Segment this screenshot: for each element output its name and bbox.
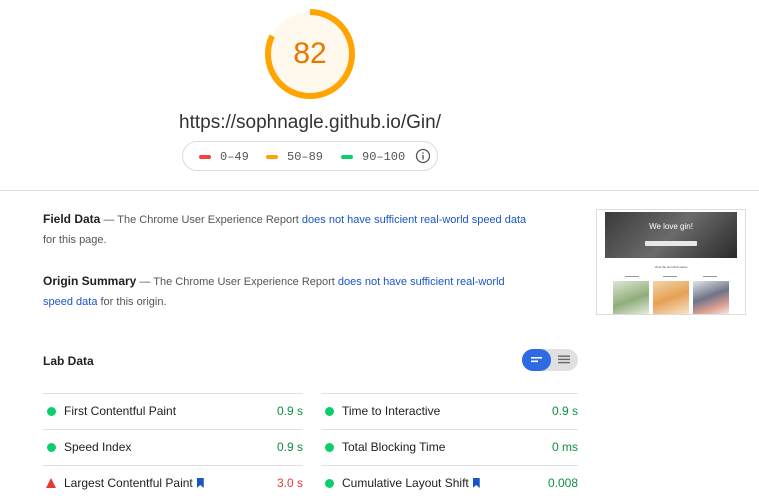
compact-view-button[interactable] [522,349,551,371]
pass-indicator [325,443,334,452]
legend-range-pass: 90–100 [362,150,406,164]
metric-speed-index: Speed Index 0.9 s [43,429,303,466]
metric-label: Cumulative Layout Shift [342,476,480,490]
metric-time-to-interactive: Time to Interactive 0.9 s [321,393,578,430]
metric-value: 3.0 s [276,476,303,490]
thumbnail-hero: We love gin! [605,212,737,258]
legend-range-fail: 0–49 [220,150,249,164]
metric-value: 0.9 s [276,440,303,454]
field-data-link[interactable]: does not have sufficient real-world spee… [302,214,526,226]
expanded-view-icon[interactable] [551,349,578,371]
metric-value: 0.9 s [276,404,303,418]
field-data-title: Field Data [43,212,101,226]
metric-cumulative-layout-shift: Cumulative Layout Shift 0.008 [321,465,578,502]
pass-indicator [341,154,353,159]
compact-view-icon [531,357,542,363]
score-header: 82 https://sophnagle.github.io/Gin/ 0–49… [0,0,759,190]
average-indicator [266,154,278,159]
origin-summary-suffix: for this origin. [100,296,167,308]
thumbnail-caption-3 [703,276,717,277]
metric-label: Largest Contentful Paint [64,476,204,490]
metric-total-blocking-time: Total Blocking Time 0 ms [321,429,578,466]
metric-value: 0.9 s [551,404,578,418]
fail-indicator [199,154,211,159]
pass-indicator [325,479,334,488]
origin-summary-section: Origin Summary — The Chrome User Experie… [43,271,533,312]
thumbnail-caption-1 [625,276,639,277]
metric-label: First Contentful Paint [64,404,177,418]
field-data-prefix: — The Chrome User Experience Report [103,214,299,226]
legend-item-fail: 0–49 [199,150,249,164]
thumbnail-caption-2 [663,276,677,277]
thumbnail-photo-2 [653,281,689,314]
section-divider [0,190,759,191]
origin-summary-title: Origin Summary [43,274,137,288]
pass-indicator [47,443,56,452]
metric-largest-contentful-paint: Largest Contentful Paint 3.0 s [43,465,303,502]
pass-indicator [47,407,56,416]
metric-label: Total Blocking Time [342,440,446,454]
bookmark-icon[interactable] [472,478,480,488]
lab-data-title: Lab Data [43,354,94,368]
legend-item-average: 50–89 [266,150,323,164]
pass-indicator [325,407,334,416]
metric-value: 0.008 [547,476,578,490]
thumbnail-photo-1 [613,281,649,314]
metric-label: Time to Interactive [342,404,441,418]
legend-item-pass: 90–100 [341,150,405,164]
field-data-section: Field Data — The Chrome User Experience … [43,209,533,250]
metric-value: 0 ms [551,440,578,454]
origin-summary-prefix: — The Chrome User Experience Report [139,276,335,288]
thumbnail-button [645,241,697,246]
performance-score: 82 [293,37,327,70]
thumbnail-subheading: View the Gin Club series [654,265,688,269]
bookmark-icon[interactable] [196,478,204,488]
legend-range-average: 50–89 [287,150,324,164]
metric-name: Largest Contentful Paint [64,476,193,490]
metric-first-contentful-paint: First Contentful Paint 0.9 s [43,393,303,430]
page-screenshot-thumbnail: We love gin! View the Gin Club series [596,209,746,315]
info-icon[interactable] [415,148,431,164]
metric-name: Cumulative Layout Shift [342,476,469,490]
audited-url[interactable]: https://sophnagle.github.io/Gin/ [0,112,620,134]
thumbnail-photo-3 [693,281,729,314]
field-data-suffix: for this page. [43,234,107,246]
thumbnail-heading: We love gin! [649,222,693,231]
metric-label: Speed Index [64,440,132,454]
score-legend: 0–49 50–89 90–100 [182,141,438,171]
view-toggle[interactable] [522,349,578,371]
fail-indicator [46,478,56,488]
